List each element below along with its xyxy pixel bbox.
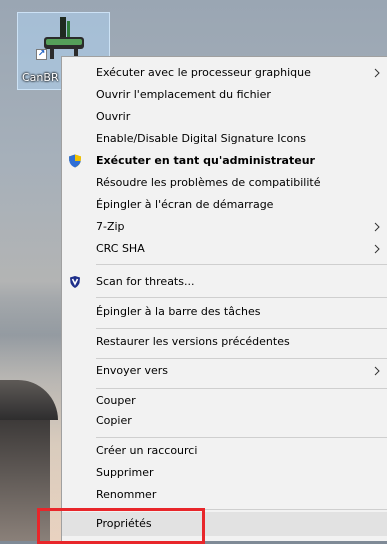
menu-separator — [96, 328, 387, 329]
menu-separator — [96, 358, 387, 359]
menu-separator — [96, 388, 387, 389]
shortcut-arrow-icon: ↗ — [36, 49, 47, 60]
menu-item-signature-icons[interactable]: Enable/Disable Digital Signature Icons — [62, 128, 387, 150]
annotation-highlight-box — [37, 508, 205, 544]
menu-item-pin-to-start[interactable]: Épingler à l'écran de démarrage — [62, 194, 387, 216]
menu-separator — [96, 264, 387, 265]
menu-item-label: Couper — [96, 394, 136, 407]
menu-item-label: Envoyer vers — [96, 364, 168, 377]
menu-item-label: Créer un raccourci — [96, 444, 198, 457]
menu-item-label: Exécuter en tant qu'administrateur — [96, 154, 315, 167]
menu-item-label: Scan for threats... — [96, 275, 195, 288]
menu-item-cut[interactable]: Couper — [62, 390, 387, 412]
context-menu: Exécuter avec le processeur graphique Ou… — [61, 56, 387, 541]
menu-item-restore-previous-versions[interactable]: Restaurer les versions précédentes — [62, 331, 387, 353]
menu-item-label: Ouvrir l'emplacement du fichier — [96, 88, 271, 101]
menu-item-label: Exécuter avec le processeur graphique — [96, 66, 311, 79]
menu-item-open[interactable]: Ouvrir — [62, 106, 387, 128]
menu-item-label: 7-Zip — [96, 220, 125, 233]
menu-item-crc-sha[interactable]: CRC SHA — [62, 238, 387, 260]
menu-item-label: Supprimer — [96, 466, 154, 479]
menu-item-send-to[interactable]: Envoyer vers — [62, 360, 387, 382]
menu-item-label: Restaurer les versions précédentes — [96, 335, 290, 348]
menu-item-open-file-location[interactable]: Ouvrir l'emplacement du fichier — [62, 84, 387, 106]
menu-item-pin-to-taskbar[interactable]: Épingler à la barre des tâches — [62, 301, 387, 323]
menu-item-troubleshoot-compatibility[interactable]: Résoudre les problèmes de compatibilité — [62, 172, 387, 194]
uac-shield-icon — [69, 154, 81, 168]
menu-item-run-as-admin[interactable]: Exécuter en tant qu'administrateur — [62, 150, 387, 172]
menu-item-label: Épingler à la barre des tâches — [96, 305, 261, 318]
wallpaper-dune — [0, 380, 58, 420]
menu-item-7zip[interactable]: 7-Zip — [62, 216, 387, 238]
menu-item-scan-for-threats[interactable]: Scan for threats... — [62, 271, 387, 293]
menu-item-copy[interactable]: Copier — [62, 410, 387, 432]
menu-item-delete[interactable]: Supprimer — [62, 462, 387, 484]
menu-item-create-shortcut[interactable]: Créer un raccourci — [62, 440, 387, 462]
antivirus-shield-icon — [70, 276, 80, 288]
chevron-right-icon — [374, 68, 380, 78]
menu-item-label: Copier — [96, 414, 132, 427]
menu-item-label: Résoudre les problèmes de compatibilité — [96, 176, 321, 189]
menu-item-rename[interactable]: Renommer — [62, 484, 387, 506]
menu-separator — [96, 297, 387, 298]
menu-item-label: Épingler à l'écran de démarrage — [96, 198, 274, 211]
desktop-icon-label: CanBR — [22, 71, 59, 84]
menu-item-label: CRC SHA — [96, 242, 145, 255]
menu-item-run-with-gpu[interactable]: Exécuter avec le processeur graphique — [62, 62, 387, 84]
chevron-right-icon — [374, 366, 380, 376]
menu-separator — [96, 437, 387, 438]
chevron-right-icon — [374, 222, 380, 232]
menu-item-label: Enable/Disable Digital Signature Icons — [96, 132, 306, 145]
menu-item-label: Ouvrir — [96, 110, 131, 123]
chevron-right-icon — [374, 244, 380, 254]
menu-item-label: Renommer — [96, 488, 157, 501]
